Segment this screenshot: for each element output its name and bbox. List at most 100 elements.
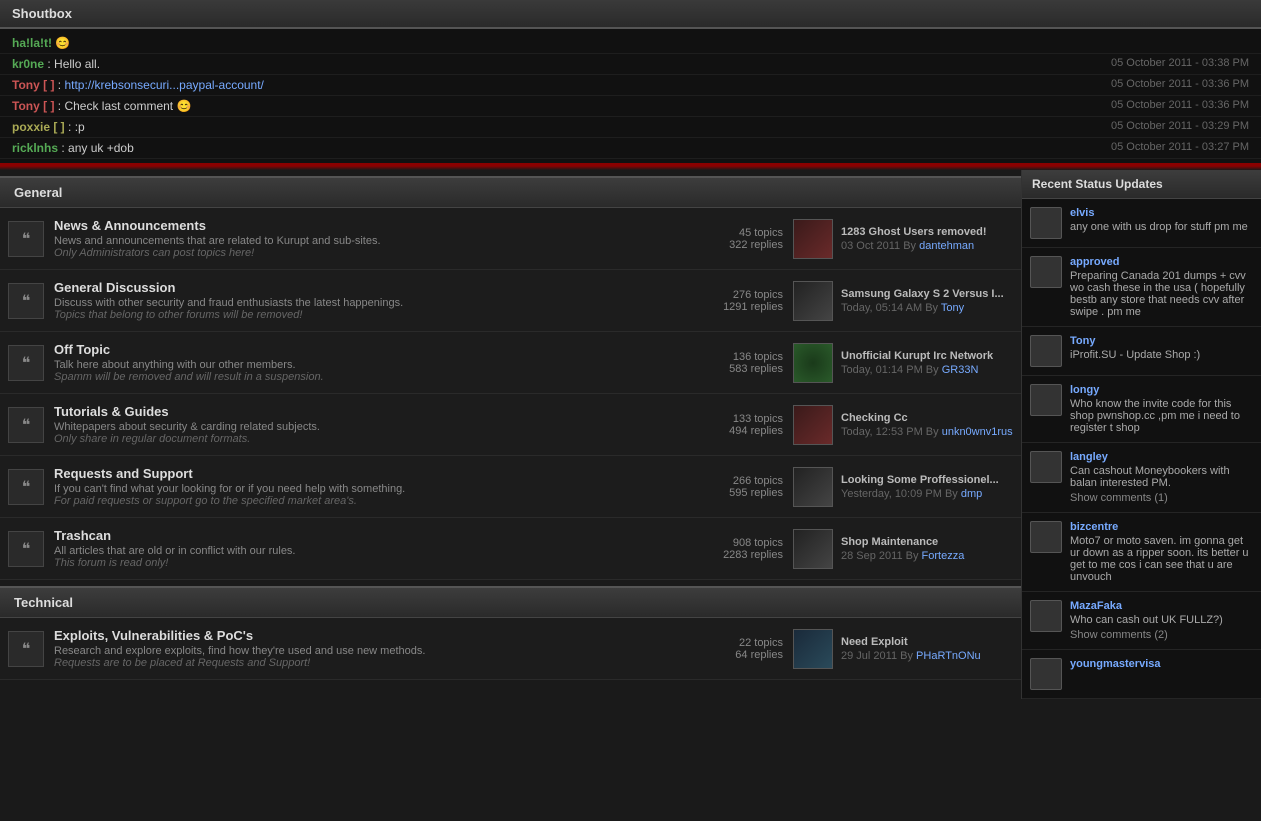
forum-last-title-trashcan[interactable]: Shop Maintenance [841, 536, 964, 548]
forum-row-news: ❝ News & Announcements News and announce… [0, 208, 1021, 270]
forum-last-tutorials: Checking Cc Today, 12:53 PM By unkn0wnv1… [793, 405, 1013, 445]
forum-last-title-general[interactable]: Samsung Galaxy S 2 Versus I... [841, 288, 1004, 300]
forum-stats-requests: 266 topics 595 replies [683, 475, 783, 499]
status-username-mazafaka[interactable]: MazaFaka [1070, 600, 1253, 612]
avatar-approved [1030, 256, 1062, 288]
forum-desc-tutorials: Whitepapers about security & carding rel… [54, 421, 320, 433]
forum-desc-general: Discuss with other security and fraud en… [54, 297, 403, 309]
forum-area: General ❝ News & Announcements News and … [0, 170, 1021, 699]
avatar-bizcentre [1030, 521, 1062, 553]
shoutbox-message: Tony [ ] : http://krebsonsecuri...paypal… [0, 75, 1261, 96]
forum-last-requests: Looking Some Proffessionel... Yesterday,… [793, 467, 1013, 507]
forum-icon-tutorials: ❝ [8, 407, 44, 443]
forum-row-general-discussion: ❝ General Discussion Discuss with other … [0, 270, 1021, 332]
main-container: General ❝ News & Announcements News and … [0, 170, 1261, 699]
forum-info-news: News & Announcements News and announceme… [54, 218, 683, 259]
shoutbox-message: ha!la!t! 😊 [0, 33, 1261, 54]
forum-info-requests: Requests and Support If you can't find w… [54, 466, 683, 507]
forum-info-exploits: Exploits, Vulnerabilities & PoC's Resear… [54, 628, 683, 669]
forum-last-img-requests [793, 467, 833, 507]
forum-title-offtopic[interactable]: Off Topic [54, 342, 683, 357]
forum-last-title-tutorials[interactable]: Checking Cc [841, 412, 1013, 424]
forum-last-img-trashcan [793, 529, 833, 569]
status-item-tony: Tony iProfit.SU - Update Shop :) [1022, 327, 1261, 376]
forum-last-user-general[interactable]: Tony [941, 302, 964, 314]
show-comments-langley[interactable]: Show comments (1) [1070, 492, 1253, 504]
forum-last-user-requests[interactable]: dmp [961, 488, 982, 500]
forum-last-user-tutorials[interactable]: unkn0wnv1rus [942, 426, 1013, 438]
forum-last-trashcan: Shop Maintenance 28 Sep 2011 By Fortezza [793, 529, 1013, 569]
forum-row-requests: ❝ Requests and Support If you can't find… [0, 456, 1021, 518]
forum-row-tutorials: ❝ Tutorials & Guides Whitepapers about s… [0, 394, 1021, 456]
forum-stats-offtopic: 136 topics 583 replies [683, 351, 783, 375]
avatar-elvis [1030, 207, 1062, 239]
forum-title-trashcan[interactable]: Trashcan [54, 528, 683, 543]
status-username-langley[interactable]: langley [1070, 451, 1253, 463]
status-text-longy: Who know the invite code for this shop p… [1070, 398, 1253, 434]
forum-title-exploits[interactable]: Exploits, Vulnerabilities & PoC's [54, 628, 683, 643]
status-username-youngmastervisa[interactable]: youngmastervisa [1070, 658, 1253, 670]
forum-last-exploits: Need Exploit 29 Jul 2011 By PHaRTnONu [793, 629, 1013, 669]
shoutbox-title: Shoutbox [0, 0, 1261, 29]
forum-desc-trashcan-italic: This forum is read only! [54, 557, 168, 569]
forum-last-news: 1283 Ghost Users removed! 03 Oct 2011 By… [793, 219, 1013, 259]
forum-title-news[interactable]: News & Announcements [54, 218, 683, 233]
forum-desc-requests-italic: For paid requests or support go to the s… [54, 495, 357, 507]
forum-last-title-exploits[interactable]: Need Exploit [841, 636, 981, 648]
forum-last-title-offtopic[interactable]: Unofficial Kurupt Irc Network [841, 350, 993, 362]
forum-row-trashcan: ❝ Trashcan All articles that are old or … [0, 518, 1021, 580]
forum-icon-news: ❝ [8, 221, 44, 257]
status-text-approved: Preparing Canada 201 dumps + cvv wo cash… [1070, 270, 1253, 318]
forum-icon-requests: ❝ [8, 469, 44, 505]
forum-icon-trashcan: ❝ [8, 531, 44, 567]
status-username-elvis[interactable]: elvis [1070, 207, 1253, 219]
show-comments-mazafaka[interactable]: Show comments (2) [1070, 629, 1253, 641]
forum-last-img-exploits [793, 629, 833, 669]
forum-desc-requests: If you can't find what your looking for … [54, 483, 405, 495]
forum-title-requests[interactable]: Requests and Support [54, 466, 683, 481]
forum-section-general: ❝ News & Announcements News and announce… [0, 208, 1021, 580]
forum-icon-exploits: ❝ [8, 631, 44, 667]
shoutbox-message: kr0ne : Hello all. 05 October 2011 - 03:… [0, 54, 1261, 75]
forum-last-img-offtopic [793, 343, 833, 383]
status-text-mazafaka: Who can cash out UK FULLZ?) [1070, 614, 1253, 626]
forum-info-general: General Discussion Discuss with other se… [54, 280, 683, 321]
forum-last-general: Samsung Galaxy S 2 Versus I... Today, 05… [793, 281, 1013, 321]
forum-stats-exploits: 22 topics 64 replies [683, 637, 783, 661]
status-text-elvis: any one with us drop for stuff pm me [1070, 221, 1253, 233]
status-item-approved: approved Preparing Canada 201 dumps + cv… [1022, 248, 1261, 327]
forum-last-title-requests[interactable]: Looking Some Proffessionel... [841, 474, 999, 486]
shoutbox-message: poxxie [ ] : :p 05 October 2011 - 03:29 … [0, 117, 1261, 138]
status-text-bizcentre: Moto7 or moto saven. im gonna get ur dow… [1070, 535, 1253, 583]
shoutbox-link[interactable]: http://krebsonsecuri...paypal-account/ [64, 78, 263, 92]
forum-info-trashcan: Trashcan All articles that are old or in… [54, 528, 683, 569]
status-username-tony[interactable]: Tony [1070, 335, 1253, 347]
status-username-bizcentre[interactable]: bizcentre [1070, 521, 1253, 533]
forum-icon-offtopic: ❝ [8, 345, 44, 381]
forum-desc-exploits-italic: Requests are to be placed at Requests an… [54, 657, 310, 669]
status-username-longy[interactable]: longy [1070, 384, 1253, 396]
status-item-langley: langley Can cashout Moneybookers with ba… [1022, 443, 1261, 513]
forum-last-user-news[interactable]: dantehman [919, 240, 974, 252]
forum-last-offtopic: Unofficial Kurupt Irc Network Today, 01:… [793, 343, 1013, 383]
avatar-langley [1030, 451, 1062, 483]
section-general: General [0, 176, 1021, 208]
forum-desc-news-italic: Only Administrators can post topics here… [54, 247, 254, 259]
forum-icon-general: ❝ [8, 283, 44, 319]
forum-title-tutorials[interactable]: Tutorials & Guides [54, 404, 683, 419]
forum-title-general[interactable]: General Discussion [54, 280, 683, 295]
forum-last-user-exploits[interactable]: PHaRTnONu [916, 650, 981, 662]
shoutbox-panel: Shoutbox ha!la!t! 😊 kr0ne : Hello all. 0… [0, 0, 1261, 170]
status-username-approved[interactable]: approved [1070, 256, 1253, 268]
forum-last-title-news[interactable]: 1283 Ghost Users removed! [841, 226, 987, 238]
forum-last-img-general [793, 281, 833, 321]
forum-last-user-trashcan[interactable]: Fortezza [922, 550, 965, 562]
status-text-tony: iProfit.SU - Update Shop :) [1070, 349, 1253, 361]
forum-row-offtopic: ❝ Off Topic Talk here about anything wit… [0, 332, 1021, 394]
forum-last-user-offtopic[interactable]: GR33N [942, 364, 979, 376]
forum-stats-tutorials: 133 topics 494 replies [683, 413, 783, 437]
forum-stats-general: 276 topics 1291 replies [683, 289, 783, 313]
forum-desc-offtopic-italic: Spamm will be removed and will result in… [54, 371, 324, 383]
forum-last-img-tutorials [793, 405, 833, 445]
forum-desc-exploits: Research and explore exploits, find how … [54, 645, 425, 657]
